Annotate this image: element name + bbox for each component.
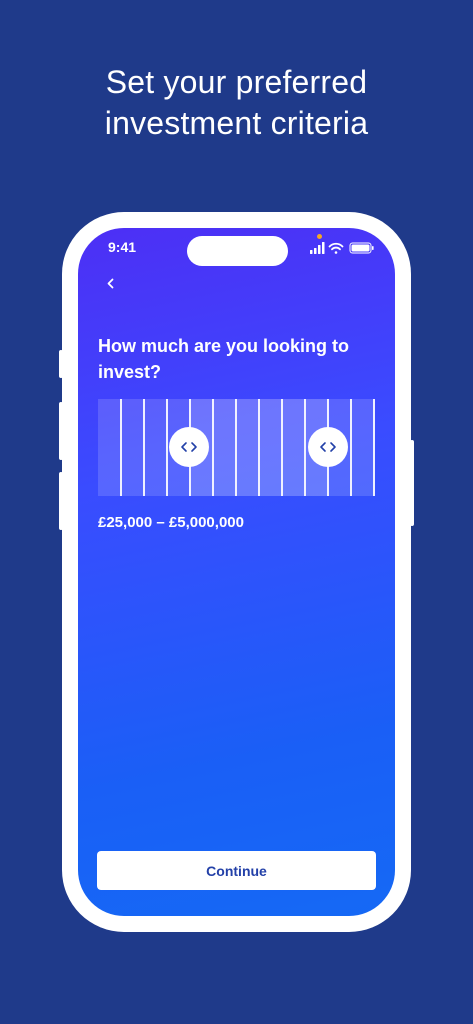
range-tick <box>350 399 352 496</box>
battery-icon <box>349 242 374 254</box>
range-tick <box>166 399 168 496</box>
phone-screen: 9:41 How much are you looking to invest?… <box>78 228 395 916</box>
question-title: How much are you looking to invest? <box>98 336 350 382</box>
status-time: 9:41 <box>108 239 137 255</box>
range-tick <box>373 399 375 496</box>
signal-icon <box>310 242 325 254</box>
chevron-left-right-icon <box>320 442 336 452</box>
headline-line-1: Set your preferred <box>105 64 368 100</box>
privacy-indicator-dot <box>317 234 322 239</box>
headline-line-2: investment criteria <box>104 105 369 141</box>
status-icons <box>310 242 374 254</box>
wifi-icon <box>328 242 344 254</box>
dynamic-island <box>187 236 288 266</box>
chevron-left-right-icon <box>181 442 198 452</box>
investment-range-slider[interactable] <box>98 399 375 496</box>
chevron-left-icon <box>107 278 114 289</box>
continue-button[interactable]: Continue <box>97 851 376 890</box>
phone-frame: 9:41 How much are you looking to invest?… <box>62 212 411 932</box>
range-tick <box>120 399 122 496</box>
marketing-headline: Set your preferred investment criteria <box>0 62 473 144</box>
back-button[interactable] <box>100 272 124 296</box>
range-value-text: £25,000 – £5,000,000 <box>98 514 244 531</box>
range-tick <box>143 399 145 496</box>
range-handle-max[interactable] <box>307 427 348 467</box>
